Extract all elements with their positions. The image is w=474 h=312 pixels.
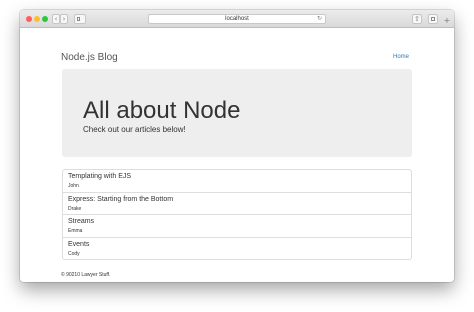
chevron-left-icon: ‹ (54, 15, 58, 23)
sidebar-toggle-button[interactable] (74, 14, 86, 24)
list-item[interactable]: Events Cody (62, 236, 412, 260)
jumbotron: All about Node Check out our articles be… (62, 69, 412, 157)
page-title: All about Node (83, 97, 241, 124)
nav-link-home[interactable]: Home (393, 54, 409, 60)
chevron-right-icon: › (62, 15, 66, 23)
page-footer: © 90210 Lawyer Stuff. (61, 272, 111, 278)
minimize-window-button[interactable] (34, 16, 40, 22)
article-title: Streams (68, 218, 95, 225)
browser-window: ‹ › localhost ↻ ⇧ + Node.js Blog Home Al… (20, 10, 454, 282)
new-tab-button[interactable]: + (442, 17, 452, 25)
sidebar-icon (77, 17, 80, 21)
article-title: Templating with EJS (68, 173, 132, 180)
share-button[interactable]: ⇧ (412, 14, 422, 24)
article-author: John (68, 183, 79, 189)
article-author: Emma (68, 228, 83, 234)
article-author: Cody (68, 250, 80, 257)
plus-icon: + (443, 16, 451, 25)
site-brand[interactable]: Node.js Blog (61, 52, 118, 63)
address-bar[interactable]: localhost ↻ (148, 14, 326, 24)
forward-button[interactable]: › (60, 14, 68, 24)
close-window-button[interactable] (26, 16, 32, 22)
article-author: Drake (68, 205, 82, 212)
back-button[interactable]: ‹ (52, 14, 60, 24)
show-tabs-button[interactable] (428, 14, 438, 24)
web-page: Node.js Blog Home All about Node Check o… (20, 29, 454, 282)
list-item[interactable]: Templating with EJS John (62, 169, 412, 193)
zoom-window-button[interactable] (42, 16, 48, 22)
article-title: Express: Starting from the Bottom (68, 195, 174, 203)
page-subtitle: Check out our articles below! (83, 125, 186, 134)
reload-icon[interactable]: ↻ (317, 15, 322, 23)
article-list: Templating with EJS John Express: Starti… (62, 169, 412, 260)
list-item[interactable]: Streams Emma (62, 214, 412, 238)
article-title: Events (68, 240, 90, 248)
browser-toolbar: ‹ › localhost ↻ ⇧ + (20, 10, 454, 28)
share-icon: ⇧ (414, 15, 420, 23)
list-item[interactable]: Express: Starting from the Bottom Drake (62, 191, 412, 215)
tabs-icon (431, 17, 435, 21)
address-text: localhost (225, 16, 249, 22)
